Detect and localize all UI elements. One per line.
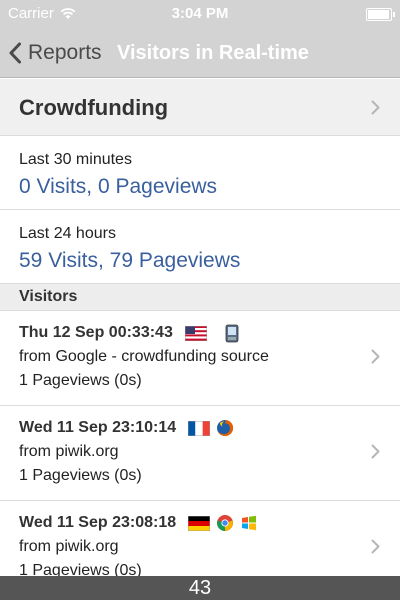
visit-referrer: from piwik.org bbox=[19, 538, 119, 555]
visit-pageviews: 1 Pageviews (0s) bbox=[19, 467, 142, 484]
chevron-left-icon bbox=[9, 42, 21, 64]
firefox-icon bbox=[217, 419, 234, 436]
stat-last-24-hours: Last 24 hours 59 Visits, 79 Pageviews bbox=[0, 211, 400, 284]
navigation-bar: Reports Visitors in Real-time bbox=[0, 28, 400, 78]
flag-us-icon bbox=[184, 325, 207, 341]
visitor-count-footer: 43 bbox=[0, 576, 400, 600]
battery-icon bbox=[366, 8, 395, 21]
page-title: Visitors in Real-time bbox=[117, 42, 309, 64]
visitor-count: 43 bbox=[188, 576, 212, 599]
visitor-row[interactable]: Wed 11 Sep 23:10:14 from piwik.org 1 Pag… bbox=[0, 407, 400, 501]
visit-referrer: from piwik.org bbox=[19, 443, 119, 460]
mobile-phone-icon bbox=[225, 324, 239, 342]
section-header-visitors: Visitors bbox=[0, 284, 400, 311]
status-time: 3:04 PM bbox=[171, 5, 229, 22]
visit-referrer: from Google - crowdfunding source bbox=[19, 348, 269, 365]
stat-label: Last 30 minutes bbox=[19, 151, 132, 168]
battery-fill bbox=[368, 10, 389, 19]
stat-value: 59 Visits, 79 Pageviews bbox=[19, 249, 241, 272]
site-row[interactable]: Crowdfunding bbox=[0, 79, 400, 136]
chevron-right-icon bbox=[371, 539, 380, 554]
flag-de-icon bbox=[188, 515, 211, 531]
section-title: Visitors bbox=[19, 288, 78, 305]
visit-time: Wed 11 Sep 23:08:18 bbox=[19, 514, 177, 531]
status-bar: Carrier 3:04 PM bbox=[0, 0, 400, 28]
back-button-label: Reports bbox=[28, 41, 102, 64]
flag-fr-icon bbox=[188, 420, 211, 436]
visit-time: Wed 11 Sep 23:10:14 bbox=[19, 419, 177, 436]
stat-label: Last 24 hours bbox=[19, 225, 116, 242]
stat-value: 0 Visits, 0 Pageviews bbox=[19, 175, 218, 198]
visit-time: Thu 12 Sep 00:33:43 bbox=[19, 324, 173, 341]
site-name: Crowdfunding bbox=[19, 95, 169, 120]
visit-pageviews: 1 Pageviews (0s) bbox=[19, 372, 142, 389]
visitor-row[interactable]: Thu 12 Sep 00:33:43 from Google - crowdf… bbox=[0, 312, 400, 406]
chrome-icon bbox=[217, 515, 234, 531]
chevron-right-icon bbox=[371, 349, 380, 364]
chevron-right-icon bbox=[371, 444, 380, 459]
stat-last-30-minutes: Last 30 minutes 0 Visits, 0 Pageviews bbox=[0, 137, 400, 210]
windows-icon bbox=[242, 515, 257, 531]
chevron-right-icon bbox=[371, 100, 380, 115]
back-button[interactable]: Reports bbox=[8, 38, 102, 68]
